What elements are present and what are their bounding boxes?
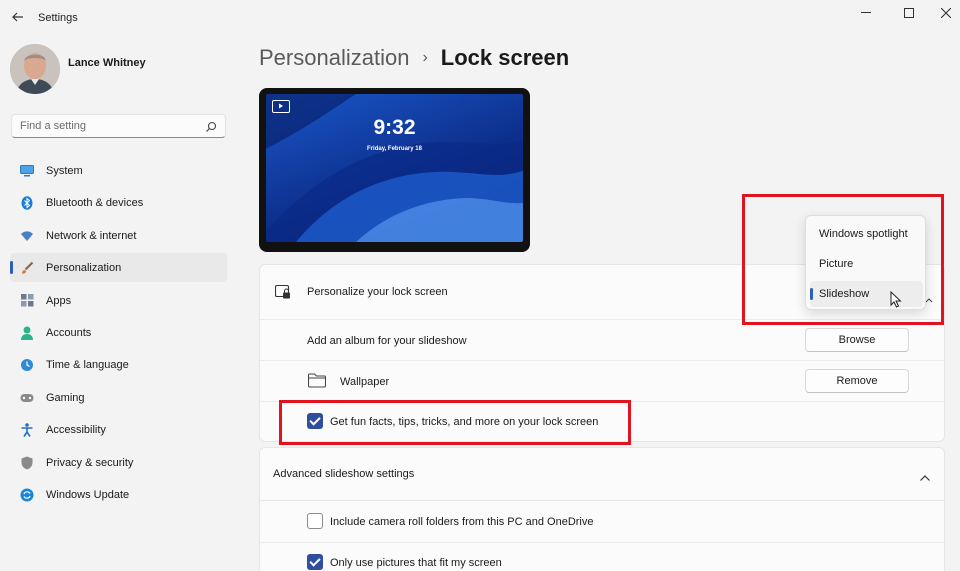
- sidebar-item-privacy[interactable]: Privacy & security: [10, 448, 227, 477]
- monitor-icon: [20, 164, 34, 178]
- folder-icon: [307, 373, 327, 388]
- chevron-up-icon[interactable]: [919, 469, 931, 481]
- lock-screen-preview: 9:32 Friday, February 18: [259, 88, 530, 252]
- divider: [260, 542, 944, 543]
- sidebar-item-system[interactable]: System: [10, 156, 227, 185]
- search-placeholder: Find a setting: [20, 120, 87, 132]
- sidebar-item-bluetooth[interactable]: Bluetooth & devices: [10, 188, 227, 217]
- sidebar-item-apps[interactable]: Apps: [10, 286, 227, 315]
- highlight-box-dropdown: [742, 194, 944, 325]
- brush-icon: [20, 261, 34, 275]
- camera-roll-label: Include camera roll folders from this PC…: [330, 516, 594, 528]
- sidebar-item-gaming[interactable]: Gaming: [10, 383, 227, 412]
- avatar[interactable]: [10, 44, 60, 94]
- fit-screen-checkbox[interactable]: [307, 554, 323, 570]
- sidebar-item-accounts[interactable]: Accounts: [10, 318, 227, 347]
- gamepad-icon: [20, 391, 34, 405]
- back-arrow-icon[interactable]: [8, 6, 28, 28]
- breadcrumb-separator: ›: [422, 49, 428, 66]
- update-icon: [20, 488, 34, 502]
- sidebar-item-label: System: [46, 165, 83, 177]
- app-title: Settings: [38, 12, 78, 24]
- user-name: Lance Whitney: [68, 57, 146, 69]
- shield-icon: [20, 456, 34, 470]
- sidebar-item-time-language[interactable]: Time & language: [10, 350, 227, 379]
- highlight-box-fun-facts: [279, 400, 631, 445]
- breadcrumb: Personalization › Lock screen: [259, 45, 569, 71]
- advanced-title: Advanced slideshow settings: [273, 468, 415, 480]
- close-icon[interactable]: [932, 4, 960, 22]
- camera-roll-checkbox[interactable]: [307, 513, 323, 529]
- search-input[interactable]: Find a setting: [11, 114, 226, 138]
- preview-date: Friday, February 18: [367, 146, 422, 152]
- title-bar: Settings: [0, 0, 960, 36]
- sidebar-item-label: Accessibility: [46, 424, 106, 437]
- accessibility-icon: [20, 423, 34, 438]
- active-indicator: [10, 261, 13, 275]
- wifi-icon: [20, 229, 34, 243]
- wallpaper-label: Wallpaper: [340, 376, 390, 388]
- sidebar-item-label: Bluetooth & devices: [46, 197, 144, 210]
- sidebar-item-label: Gaming: [46, 391, 85, 404]
- bluetooth-icon: [20, 196, 34, 211]
- lock-screen-icon: [274, 284, 291, 300]
- sidebar-item-label: Network & internet: [46, 229, 137, 242]
- personalize-label: Personalize your lock screen: [307, 286, 448, 298]
- sidebar-item-label: Personalization: [46, 262, 122, 275]
- remove-button[interactable]: Remove: [805, 369, 909, 393]
- sidebar-item-accessibility[interactable]: Accessibility: [10, 415, 227, 444]
- page-title: Lock screen: [440, 45, 570, 70]
- globe-clock-icon: [20, 358, 34, 372]
- search-icon[interactable]: [205, 120, 217, 132]
- sidebar-item-label: Privacy & security: [46, 456, 134, 469]
- person-icon: [20, 326, 34, 340]
- sidebar-item-windows-update[interactable]: Windows Update: [10, 480, 227, 509]
- album-label: Add an album for your slideshow: [307, 335, 467, 347]
- sidebar-item-label: Windows Update: [46, 488, 130, 501]
- sidebar-item-personalization[interactable]: Personalization: [10, 253, 227, 283]
- sidebar-item-label: Time & language: [46, 359, 129, 372]
- breadcrumb-parent[interactable]: Personalization: [259, 45, 409, 71]
- sidebar-nav: System Bluetooth & devices Network & int…: [10, 156, 227, 512]
- preview-wallpaper: 9:32 Friday, February 18: [266, 94, 523, 242]
- preview-time: 9:32: [373, 116, 416, 139]
- sidebar-item-label: Accounts: [46, 326, 92, 339]
- sidebar-item-label: Apps: [46, 294, 72, 307]
- slideshow-icon: [272, 100, 290, 113]
- fit-screen-label: Only use pictures that fit my screen: [330, 557, 502, 569]
- minimize-icon[interactable]: [852, 4, 880, 22]
- divider: [260, 360, 944, 361]
- sidebar-item-network[interactable]: Network & internet: [10, 221, 227, 250]
- apps-icon: [20, 294, 34, 308]
- browse-button[interactable]: Browse: [805, 328, 909, 352]
- maximize-icon[interactable]: [895, 4, 923, 22]
